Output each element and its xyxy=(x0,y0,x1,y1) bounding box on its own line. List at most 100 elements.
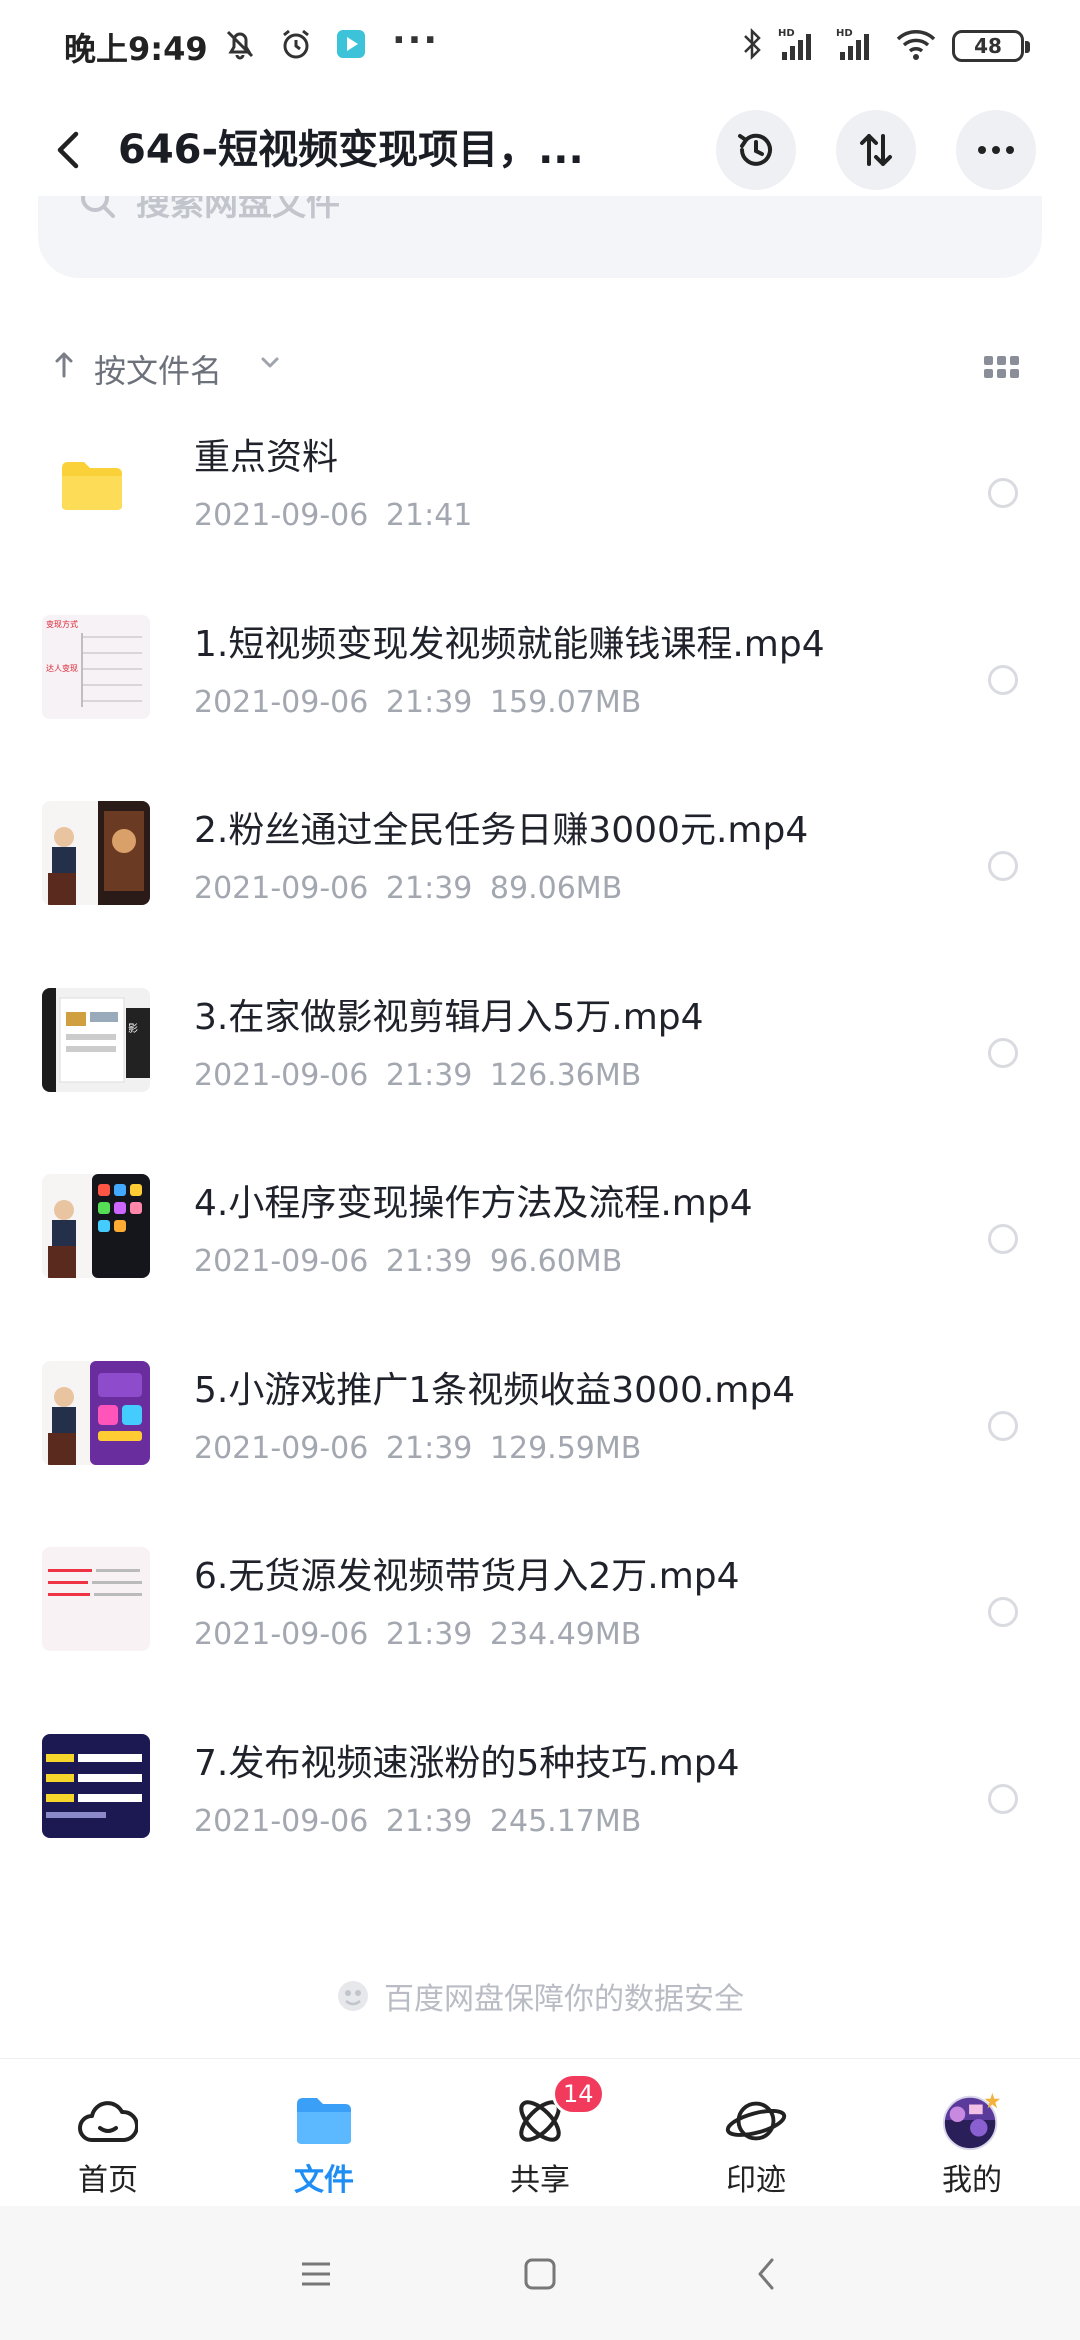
select-radio[interactable] xyxy=(988,664,1018,695)
home-cloud-icon xyxy=(76,2091,140,2151)
file-meta: 2021-09-06 21:39 234.49MB xyxy=(194,1617,642,1652)
nav-label: 共享 xyxy=(510,2163,570,2198)
sort-direction-icon[interactable] xyxy=(52,348,76,387)
nav-footprint[interactable]: 印迹 xyxy=(648,2059,864,2207)
history-button[interactable] xyxy=(716,110,796,190)
select-radio[interactable] xyxy=(988,1224,1018,1254)
grid-view-icon[interactable] xyxy=(984,356,1020,382)
file-row[interactable]: 2.粉丝通过全民任务日赚3000元.mp4 2021-09-06 21:39 8… xyxy=(0,793,1080,980)
file-row-folder[interactable]: 重点资料 2021-09-06 21:41 xyxy=(0,420,1080,607)
file-name: 重点资料 xyxy=(194,437,339,478)
folder-icon xyxy=(60,460,124,512)
search-icon xyxy=(81,196,115,218)
file-meta: 2021-09-06 21:41 xyxy=(194,498,473,533)
file-meta: 2021-09-06 21:39 89.06MB xyxy=(194,871,623,906)
bottom-nav: 首页 文件 14 共享 印迹 我的 xyxy=(0,2058,1080,2206)
status-more-indicator: ··· xyxy=(392,20,440,61)
recent-apps-button[interactable] xyxy=(292,2250,340,2298)
sort-label[interactable]: 按文件名 xyxy=(94,346,222,392)
svg-text:影: 影 xyxy=(128,1023,138,1035)
system-nav-bar xyxy=(0,2206,1080,2340)
alarm-icon xyxy=(278,26,314,66)
file-row[interactable]: 7.发布视频速涨粉的5种技巧.mp4 2021-09-06 21:39 245.… xyxy=(0,1726,1080,1913)
select-radio[interactable] xyxy=(988,1410,1018,1441)
file-list: 重点资料 2021-09-06 21:41 变现方式达人变现 1.短视频变现发视… xyxy=(0,420,1080,1912)
file-name: 2.粉丝通过全民任务日赚3000元.mp4 xyxy=(194,810,809,851)
file-row[interactable]: 5.小游戏推广1条视频收益3000.mp4 2021-09-06 21:39 1… xyxy=(0,1353,1080,1540)
video-thumbnail xyxy=(42,801,150,905)
file-name: 1.短视频变现发视频就能赚钱课程.mp4 xyxy=(194,623,825,665)
transfer-button[interactable] xyxy=(836,110,916,190)
battery-icon: 48 xyxy=(952,30,1030,62)
video-thumbnail xyxy=(42,1733,150,1838)
avatar xyxy=(940,2091,1004,2151)
signal-hd-icon-2: HD xyxy=(836,26,880,66)
file-row[interactable]: 4.小程序变现操作方法及流程.mp4 2021-09-06 21:39 96.6… xyxy=(0,1166,1080,1353)
nav-files[interactable]: 文件 xyxy=(216,2059,432,2207)
svg-text:达人变现: 达人变现 xyxy=(46,663,78,673)
search-bar[interactable]: 搜索网盘文件 xyxy=(38,196,1042,278)
file-meta: 2021-09-06 21:39 159.07MB xyxy=(194,684,642,720)
video-thumbnail xyxy=(42,1547,150,1651)
select-radio[interactable] xyxy=(988,478,1018,508)
nav-share[interactable]: 14 共享 xyxy=(432,2059,648,2207)
file-meta: 2021-09-06 21:39 245.17MB xyxy=(194,1803,642,1839)
planet-icon xyxy=(724,2091,788,2151)
video-thumbnail xyxy=(42,1174,150,1278)
history-icon xyxy=(738,133,772,166)
select-radio[interactable] xyxy=(988,851,1018,881)
file-meta: 2021-09-06 21:39 96.60MB xyxy=(194,1244,623,1279)
folder-icon xyxy=(292,2091,356,2151)
svg-text:HD: HD xyxy=(836,28,853,39)
transfer-icon xyxy=(860,134,892,166)
nav-label: 首页 xyxy=(78,2163,138,2198)
back-chevron-icon xyxy=(758,2258,774,2290)
status-bar: 晚上9:49 ··· HD HD 48 xyxy=(0,0,1080,96)
file-name: 6.无货源发视频带货月入2万.mp4 xyxy=(194,1556,740,1597)
sort-bar: 按文件名 xyxy=(0,340,1080,396)
file-meta: 2021-09-06 21:39 129.59MB xyxy=(194,1430,642,1466)
file-name: 7.发布视频速涨粉的5种技巧.mp4 xyxy=(194,1742,740,1784)
file-row[interactable]: 影 3.在家做影视剪辑月入5万.mp4 2021-09-06 21:39 126… xyxy=(0,980,1080,1167)
top-bar: 646-短视频变现项目，... xyxy=(0,108,1080,192)
signal-hd-icon: HD xyxy=(778,26,822,66)
back-arrow-icon xyxy=(57,131,79,169)
file-meta: 2021-09-06 21:39 126.36MB xyxy=(194,1057,642,1093)
status-icons-right: HD HD 48 xyxy=(740,24,1030,68)
home-button[interactable] xyxy=(516,2250,564,2298)
select-radio[interactable] xyxy=(988,1597,1018,1627)
search-placeholder: 搜索网盘文件 xyxy=(136,196,340,224)
file-name: 3.在家做影视剪辑月入5万.mp4 xyxy=(194,996,704,1038)
file-name: 4.小程序变现操作方法及流程.mp4 xyxy=(194,1183,753,1224)
chevron-down-icon[interactable] xyxy=(258,350,282,378)
svg-text:变现方式: 变现方式 xyxy=(46,619,78,629)
media-app-icon xyxy=(334,27,368,65)
system-back-button[interactable] xyxy=(742,2250,790,2298)
video-thumbnail: 变现方式 达人变现 xyxy=(42,614,150,719)
nav-label: 我的 xyxy=(942,2163,1002,2198)
notification-badge: 14 xyxy=(552,2073,605,2115)
back-button[interactable] xyxy=(40,122,96,178)
square-icon xyxy=(524,2258,556,2290)
nav-home[interactable]: 首页 xyxy=(0,2059,216,2207)
file-name: 5.小游戏推广1条视频收益3000.mp4 xyxy=(194,1369,796,1411)
select-radio[interactable] xyxy=(988,1037,1018,1068)
menu-icon xyxy=(302,2262,330,2286)
nav-label: 印迹 xyxy=(726,2163,786,2198)
file-row[interactable]: 6.无货源发视频带货月入2万.mp4 2021-09-06 21:39 234.… xyxy=(0,1539,1080,1726)
more-icon xyxy=(978,146,1014,154)
video-thumbnail: 影 xyxy=(42,987,150,1092)
select-radio[interactable] xyxy=(988,1783,1018,1814)
more-button[interactable] xyxy=(956,110,1036,190)
shield-icon xyxy=(338,1981,368,2011)
security-note-text: 百度网盘保障你的数据安全 xyxy=(384,1982,744,2017)
wifi-icon xyxy=(894,26,938,66)
nav-label: 文件 xyxy=(294,2163,354,2198)
status-time: 晚上9:49 xyxy=(64,30,208,68)
file-row[interactable]: 变现方式达人变现 1.短视频变现发视频就能赚钱课程.mp4 2021-09-06… xyxy=(0,607,1080,794)
nav-profile[interactable]: 我的 xyxy=(864,2059,1080,2207)
status-icons-left xyxy=(222,24,368,68)
page-title: 646-短视频变现项目，... xyxy=(118,127,584,173)
security-note: 百度网盘保障你的数据安全 xyxy=(0,1974,1080,2018)
svg-text:HD: HD xyxy=(778,28,795,39)
